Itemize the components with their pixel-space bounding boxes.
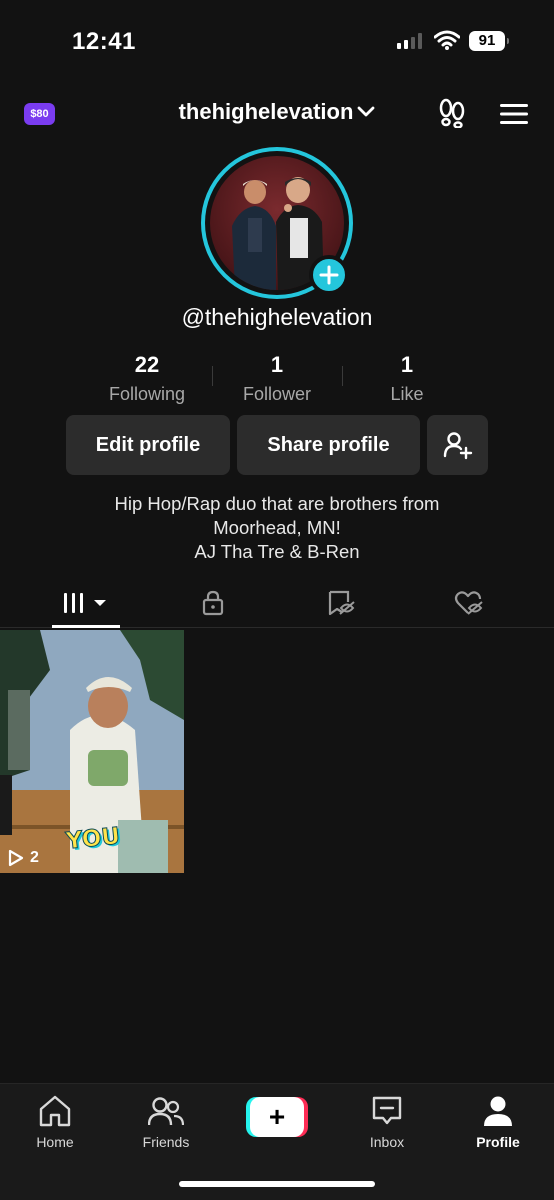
home-indicator [179,1181,375,1187]
tab-videos[interactable] [52,580,120,628]
repost-icon [328,590,355,616]
chevron-down-icon [357,106,375,117]
inbox-icon [372,1096,402,1125]
add-user-icon [443,432,472,460]
edit-profile-button[interactable]: Edit profile [66,415,230,475]
stat-label: Like [390,384,424,404]
bio-line: Moorhead, MN! [213,517,341,538]
status-bar: 12:41 91 [0,0,554,80]
liked-hidden-icon [454,591,483,615]
tab-reposts[interactable] [301,580,381,626]
profile-handle: @thehighelevation [181,304,373,330]
bio-line: Hip Hop/Rap duo that are brothers from [114,493,440,514]
stat-label: Following [108,384,186,404]
play-icon [8,849,24,867]
home-icon [39,1095,71,1127]
nav-label: Friends [142,1134,190,1150]
bio-line: AJ Tha Tre & B-Ren [194,541,360,562]
account-username: thehighelevation [178,99,354,125]
wifi-icon [434,30,460,50]
profile-icon [484,1096,512,1126]
stat-value: 22 [134,352,160,377]
share-profile-button[interactable]: Share profile [237,415,420,475]
nav-friends[interactable]: Friends [121,1092,211,1150]
tab-private[interactable] [173,580,253,626]
menu-icon[interactable] [500,102,528,126]
stat-following[interactable]: 22 Following [82,352,212,405]
plus-icon: + [250,1097,304,1137]
account-switcher[interactable]: thehighelevation [0,98,554,125]
profile-stats: 22 Following 1 Follower 1 Like [82,352,472,405]
nav-label: Inbox [369,1134,405,1150]
stat-likes[interactable]: 1 Like [342,352,472,405]
nav-home[interactable]: Home [10,1092,100,1150]
nav-label: Home [36,1134,74,1150]
nav-profile[interactable]: Profile [453,1092,543,1150]
create-button[interactable]: + [246,1097,308,1137]
add-friend-button[interactable] [427,415,488,475]
play-count-value: 2 [30,849,39,866]
footprint-icon[interactable] [437,98,467,128]
friends-icon [148,1097,184,1126]
status-time: 12:41 [72,28,136,55]
stat-value: 1 [270,352,284,377]
tab-liked[interactable] [429,580,509,626]
cellular-signal-icon [397,33,422,49]
nav-inbox[interactable]: Inbox [342,1092,432,1150]
add-avatar-button[interactable] [309,255,349,295]
stat-value: 1 [400,352,414,377]
lock-icon [202,590,224,616]
video-thumbnail[interactable]: YOU 2 [0,630,184,873]
videos-grid-icon [64,592,106,613]
stat-label: Follower [242,384,312,404]
profile-tabs [0,580,554,628]
nav-label: Profile [476,1134,520,1150]
battery-indicator: 91 [469,31,509,51]
play-count: 2 [8,849,39,867]
profile-bio: Hip Hop/Rap duo that are brothers from M… [0,492,554,564]
plus-icon [319,265,339,285]
stat-followers[interactable]: 1 Follower [212,352,342,405]
